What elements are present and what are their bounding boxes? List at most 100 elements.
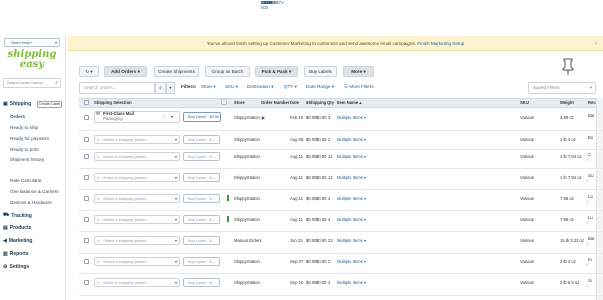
sidebar-item-ready-to-ship[interactable]: Ready to ship [10, 125, 38, 130]
add-orders-button[interactable]: Add Orders ▾ [104, 66, 147, 77]
sidebar-section-settings[interactable]: ⚙ Settings [3, 264, 29, 270]
sidebar-section-marketing[interactable]: ◀ Marketing [3, 238, 32, 244]
col-qty[interactable]: Qty [327, 99, 334, 107]
row-checkbox[interactable] [84, 175, 89, 180]
close-icon[interactable]: × [594, 36, 597, 51]
select-all-checkbox[interactable] [84, 100, 89, 105]
row-checkbox[interactable] [84, 259, 89, 264]
sidebar-item-rate-calculator[interactable]: Rate Calculator [10, 178, 42, 183]
order-date: Aug 11 [290, 175, 303, 180]
col-sku[interactable]: SKU [520, 99, 529, 107]
item-name-link[interactable]: Multiple Items ▾ [337, 280, 366, 285]
sidebar-section-shipping[interactable]: ▣ Shipping [3, 101, 31, 107]
sidebar-item-ready-for-payment[interactable]: Ready for payment [10, 136, 49, 141]
col-shipping-selection[interactable]: Shipping Selection [94, 99, 132, 107]
verified-address-icon: ✓ [586, 241, 590, 246]
buy-label-button[interactable]: Buy Label · $ -- [183, 278, 220, 287]
item-name-link[interactable]: Multiple Items ▾ [337, 217, 366, 222]
buy-label-button[interactable]: Buy Label · $ -- [183, 135, 220, 144]
row-checkbox[interactable] [84, 280, 89, 285]
shipping-preset-select[interactable]: ⌕ Select a shipping preset... ▾ [94, 215, 180, 224]
filter-qty[interactable]: QTY ▾ [284, 84, 297, 90]
item-name-link[interactable]: Multiple Items ▾ [337, 115, 366, 120]
shipping-preset-select[interactable]: ⌕ Select a shipping preset... ▾ [94, 135, 180, 144]
weight-value: 7.96 oz [560, 196, 574, 201]
buy-label-button[interactable]: Buy Label · $0.00 [183, 112, 221, 122]
shipping-preset-select[interactable]: ⌕ Select a shipping preset... ▾ [94, 173, 180, 182]
sidebar-item-devices-hardware[interactable]: Devices & Hardware [10, 200, 52, 205]
row-checkbox[interactable] [84, 217, 89, 222]
buy-label-button[interactable]: Buy Label · $ -- [183, 173, 220, 182]
shipping-preset-select[interactable]: ⌕ Select a shipping preset... ▾ [94, 236, 180, 245]
item-name-text: Multiple Items [337, 137, 363, 142]
info-icon[interactable]: ⓘ [162, 114, 166, 119]
more-button[interactable]: More ▾ [343, 66, 374, 77]
order-total: $0.00 [316, 115, 327, 120]
shippingeasy-logo[interactable]: shipping easy [6, 50, 58, 74]
filter-store[interactable]: Store ▾ [201, 84, 216, 90]
orders-search-input[interactable]: Search orders... [79, 82, 155, 94]
search-icon: ⌕ [55, 80, 58, 86]
buy-label-button[interactable]: Buy Label · $ -- [183, 236, 220, 245]
filter-destination[interactable]: Destination ▾ [247, 84, 274, 90]
item-name-link[interactable]: Multiple Items ▾ [337, 259, 366, 264]
collapse-column-button[interactable]: ‹ [221, 99, 227, 105]
col-shipping[interactable]: $Shipping [306, 99, 326, 107]
sidebar-item-ready-to-print[interactable]: Ready to print [10, 147, 39, 152]
create-shipments-button[interactable]: Create Shipments [154, 66, 199, 77]
item-name-link[interactable]: Multiple Items ▾ [337, 175, 366, 180]
search-icon: ⌕ [97, 217, 100, 222]
col-order-number[interactable]: Order Number [261, 99, 289, 107]
search-options-dropdown[interactable]: ▾ [166, 82, 175, 94]
package-type: Packaging [103, 116, 123, 121]
buy-labels-button[interactable]: Buy Labels [304, 66, 337, 77]
item-name-link[interactable]: Multiple Items ▾ [337, 137, 366, 142]
row-checkbox[interactable] [84, 196, 89, 201]
shipping-preset-select[interactable]: ⌕ Select a shipping preset... ▾ [94, 278, 180, 287]
filter-sku[interactable]: SKU ▾ [225, 84, 238, 90]
chevron-down-icon[interactable]: ▾ [171, 114, 173, 119]
row-checkbox[interactable] [84, 137, 89, 142]
buy-label-button[interactable]: Buy Label · $ -- [183, 152, 220, 161]
col-item-name[interactable]: Item Name ▴ [337, 99, 361, 107]
order-date: Aug 11 [290, 154, 303, 159]
finish-marketing-setup-link[interactable]: Finish Marketing Setup [417, 41, 464, 46]
col-date[interactable]: Date [290, 99, 299, 107]
sidebar-section-products[interactable]: ▤ Products [3, 225, 31, 231]
buy-label-button[interactable]: Buy Label · $ -- [183, 194, 220, 203]
order-number-link[interactable]: 38074 [261, 0, 273, 5]
search-button[interactable]: ⌕ [155, 82, 166, 94]
item-name-link[interactable]: Multiple Items ▾ [337, 154, 366, 159]
more-filters-link[interactable]: ☰ More Filters [344, 84, 374, 90]
row-checkbox[interactable] [84, 238, 89, 243]
pick-pack-button[interactable]: Pick & Pack ▾ [255, 66, 298, 77]
item-name-link[interactable]: Multiple Items ▾ [337, 196, 366, 201]
shipping-preset-select[interactable]: ⌕ Select a shipping preset... ▾ [94, 152, 180, 161]
pin-icon[interactable] [562, 58, 574, 76]
shipping-preset-select[interactable]: ⌕ Select a shipping preset... ▾ [94, 257, 180, 266]
sidebar-section-tracking[interactable]: ⛟ Tracking [3, 212, 32, 219]
order-total: $0.00 [316, 259, 327, 264]
col-weight[interactable]: Weight [560, 99, 574, 107]
buy-label-button[interactable]: Buy Label · $ -- [183, 215, 220, 224]
row-checkbox[interactable] [84, 115, 89, 120]
order-history-search-input[interactable]: Search order history ⌕ [3, 78, 61, 88]
refresh-button[interactable]: ↻ ▾ [79, 66, 99, 77]
col-store[interactable]: Store [234, 99, 245, 107]
verified-address-icon: ✓ [586, 157, 590, 162]
group-as-batch-button[interactable]: Group as Batch [205, 66, 250, 77]
sidebar-item-orders[interactable]: Orders [10, 114, 25, 119]
sidebar-item-shipment-history[interactable]: Shipment history [10, 157, 44, 162]
col-rec[interactable]: Rec [588, 99, 596, 107]
row-checkbox[interactable] [84, 154, 89, 159]
filter-date-range[interactable]: Date Range ▾ [306, 84, 334, 90]
item-name-link[interactable]: Multiple Items ▾ [337, 238, 366, 243]
sidebar-item-balance-carriers[interactable]: One Balance & Carriers [10, 189, 59, 194]
chevron-down-icon: ▾ [174, 280, 177, 285]
saved-filters-select[interactable]: Saved Filters ▾ [528, 82, 596, 94]
shipping-preset-select[interactable]: ⌕ Select a shipping preset... ▾ [94, 194, 180, 203]
buy-label-button[interactable]: Buy Label · $ -- [183, 257, 220, 266]
need-help-dropdown[interactable]: Need Help? ▾ [4, 38, 60, 47]
create-label-button[interactable]: Create Label [37, 101, 62, 108]
sidebar-section-reports[interactable]: ▥ Reports [3, 251, 29, 257]
